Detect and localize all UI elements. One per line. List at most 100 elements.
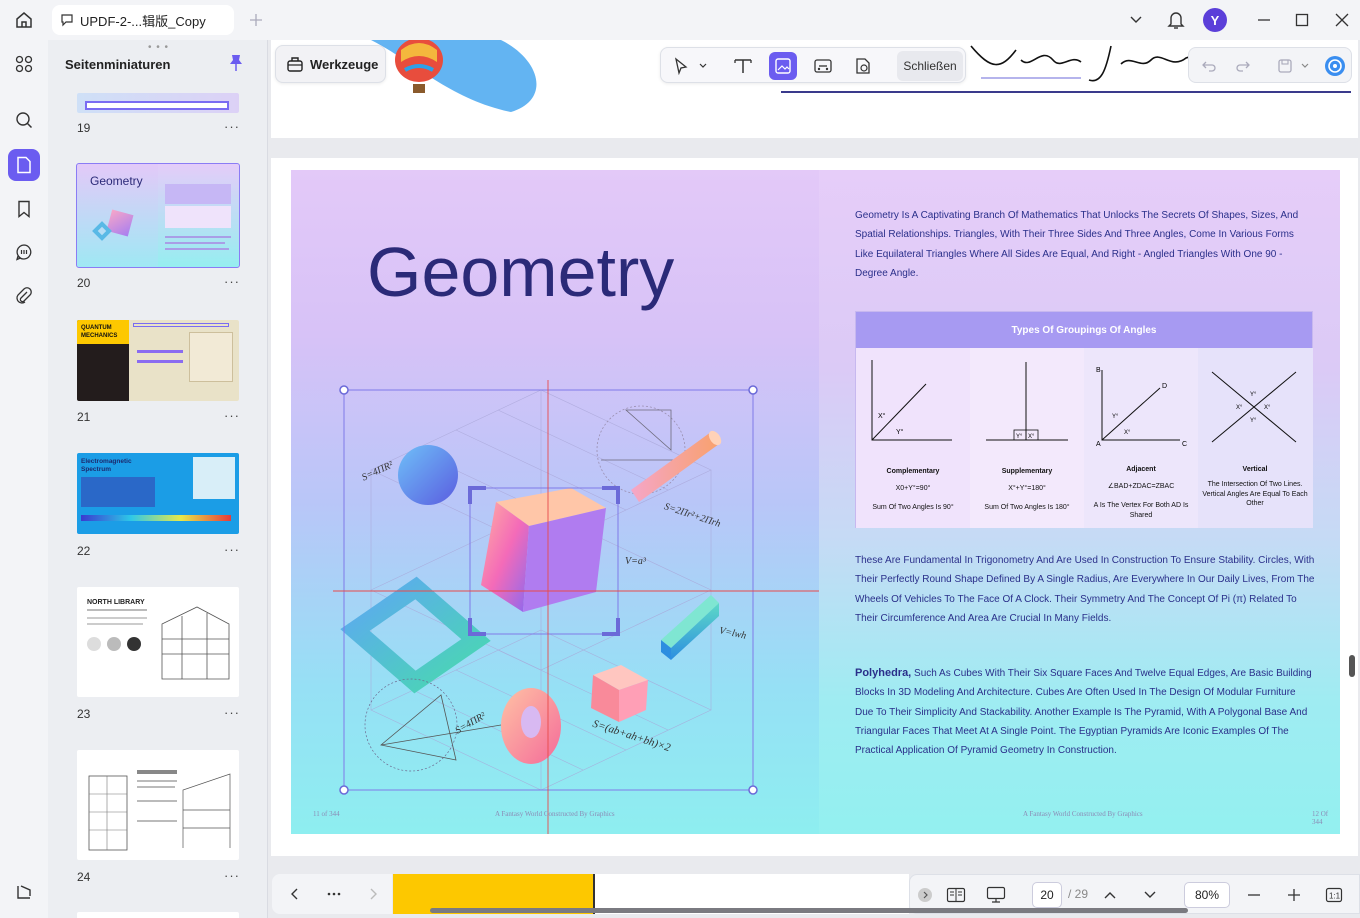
maximize-button[interactable] xyxy=(1290,8,1314,32)
new-tab-button[interactable] xyxy=(244,8,268,32)
comments-icon[interactable] xyxy=(8,236,40,268)
text-icon xyxy=(734,59,752,73)
toolbox-icon xyxy=(287,57,303,72)
angle-name: Vertical xyxy=(1242,466,1268,473)
thumbnail-page-25[interactable] xyxy=(77,912,239,918)
collapse-controls-button[interactable] xyxy=(915,885,935,905)
minimize-button[interactable] xyxy=(1252,8,1276,32)
more-options-19[interactable]: ··· xyxy=(224,119,240,134)
select-tool[interactable] xyxy=(667,52,695,80)
tools-button[interactable]: Werkzeuge xyxy=(275,45,386,83)
redo-button[interactable] xyxy=(1229,52,1257,80)
close-edit-button[interactable]: Schließen xyxy=(897,51,963,81)
undo-icon xyxy=(1202,61,1216,72)
minimize-icon xyxy=(1258,19,1270,21)
angle-supplementary: Y° X° Supplementary X°+Y°=180° Sum Of Two… xyxy=(970,348,1084,528)
document-tab[interactable]: UPDF-2-...辑版_Copy xyxy=(52,5,234,35)
formula-cube-volume: V=a³ xyxy=(625,556,646,567)
presentation-button[interactable] xyxy=(986,885,1006,905)
actual-size-button[interactable]: 1:1 xyxy=(1324,885,1344,905)
svg-text:Y°: Y° xyxy=(896,428,904,436)
page-nav-box xyxy=(272,874,392,914)
close-window-button[interactable] xyxy=(1330,8,1354,32)
more-button[interactable] xyxy=(324,884,344,904)
svg-text:1:1: 1:1 xyxy=(1329,892,1341,901)
hot-air-balloon-image xyxy=(395,40,443,93)
zoom-out-button[interactable] xyxy=(1244,885,1264,905)
pages-icon[interactable] xyxy=(8,149,40,181)
more-options-21[interactable]: ··· xyxy=(224,408,240,423)
page-number-input[interactable]: 20 xyxy=(1032,882,1062,908)
thumbnail-page-23[interactable]: NORTH LIBRARY xyxy=(77,587,239,697)
svg-text:X°: X° xyxy=(1028,434,1035,440)
svg-text:X°: X° xyxy=(1264,405,1271,411)
more-options-24[interactable]: ··· xyxy=(224,868,240,883)
scroll-down-button[interactable] xyxy=(1140,885,1160,905)
drag-handle[interactable]: • • • xyxy=(148,42,169,53)
select-tool-dropdown[interactable] xyxy=(695,52,711,80)
thumbnail-page-23-title: NORTH LIBRARY xyxy=(87,599,145,606)
text-tool[interactable] xyxy=(729,52,757,80)
cursor-icon xyxy=(674,57,688,75)
next-page-button[interactable] xyxy=(364,884,384,904)
link-icon xyxy=(814,59,832,73)
footer-left: A Fantasy World Constructed By Graphics xyxy=(495,810,615,818)
pin-icon[interactable] xyxy=(228,54,246,74)
footer-page-number-right: 12 Of 344 xyxy=(1312,810,1329,826)
bookmark-icon[interactable] xyxy=(8,193,40,225)
ai-assistant-button[interactable] xyxy=(1321,52,1349,80)
zoom-level[interactable]: 80% xyxy=(1184,882,1230,908)
thumbnail-page-21[interactable]: QUANTUM MECHANICS xyxy=(77,320,239,401)
save-dropdown[interactable] xyxy=(1297,52,1313,80)
svg-text:Y°: Y° xyxy=(1112,414,1119,420)
image-edit-icon xyxy=(775,58,791,74)
thumbnail-page-21-title: QUANTUM MECHANICS xyxy=(81,325,118,339)
background-tool[interactable] xyxy=(849,52,877,80)
undo-button[interactable] xyxy=(1195,52,1223,80)
save-button[interactable] xyxy=(1271,52,1299,80)
apps-icon[interactable] xyxy=(8,48,40,80)
background-icon xyxy=(856,58,870,74)
svg-text:Y°: Y° xyxy=(1250,392,1257,398)
more-options-23[interactable]: ··· xyxy=(224,705,240,720)
angle-description: ∠BAD+ZDAC=ZBAC A Is The Vertex For Both A… xyxy=(1093,483,1189,519)
angle-name: Complementary xyxy=(886,468,940,475)
zoom-in-button[interactable] xyxy=(1284,885,1304,905)
chevron-right-icon xyxy=(370,888,377,900)
scroll-up-button[interactable] xyxy=(1100,885,1120,905)
edit-toolbar: Schließen xyxy=(660,47,966,83)
tab-list-button[interactable] xyxy=(1124,8,1148,32)
notification-button[interactable] xyxy=(1164,8,1188,32)
more-options-20[interactable]: ··· xyxy=(224,274,240,289)
thumbnail-page-22[interactable]: Electromagnetic Spectrum xyxy=(77,453,239,534)
svg-text:D: D xyxy=(1162,383,1167,390)
tools-label: Werkzeuge xyxy=(310,56,379,72)
page-total: / 29 xyxy=(1068,887,1089,901)
svg-text:Y°: Y° xyxy=(1016,434,1023,440)
thumbnail-page-20[interactable]: Geometry xyxy=(76,163,240,268)
prev-page-button[interactable] xyxy=(284,884,304,904)
chevron-down-icon xyxy=(1301,63,1309,68)
link-tool[interactable] xyxy=(809,52,837,80)
more-options-22[interactable]: ··· xyxy=(224,542,240,557)
two-page-icon xyxy=(946,887,966,903)
current-page[interactable]: Geometry S=4ΠR² S=2Πr²+2Πrh V=a³ V=lwh S… xyxy=(271,158,1358,856)
user-avatar[interactable]: Y xyxy=(1203,8,1227,32)
image-tool[interactable] xyxy=(769,52,797,80)
search-icon[interactable] xyxy=(8,104,40,136)
layers-icon[interactable] xyxy=(8,876,40,908)
home-icon[interactable] xyxy=(8,6,40,34)
vertical-scrollbar[interactable] xyxy=(1349,655,1355,677)
circles-paragraph: These Are Fundamental In Trigonometry An… xyxy=(855,555,1315,624)
document-viewer[interactable]: Geometry S=4ΠR² S=2Πr²+2Πrh V=a³ V=lwh S… xyxy=(268,40,1360,918)
thumbnail-page-19[interactable] xyxy=(77,93,239,113)
horizontal-scrollbar[interactable] xyxy=(430,908,1188,913)
bell-icon xyxy=(1167,12,1185,29)
attachment-icon[interactable] xyxy=(8,280,40,312)
ai-assistant-icon xyxy=(1325,56,1345,76)
document-tab-icon xyxy=(61,14,73,27)
thumbnail-page-24[interactable] xyxy=(77,750,239,860)
left-page: Geometry S=4ΠR² S=2Πr²+2Πrh V=a³ V=lwh S… xyxy=(291,170,819,834)
page-layout-button[interactable] xyxy=(946,885,966,905)
intro-paragraph: Geometry Is A Captivating Branch Of Math… xyxy=(855,210,1299,279)
